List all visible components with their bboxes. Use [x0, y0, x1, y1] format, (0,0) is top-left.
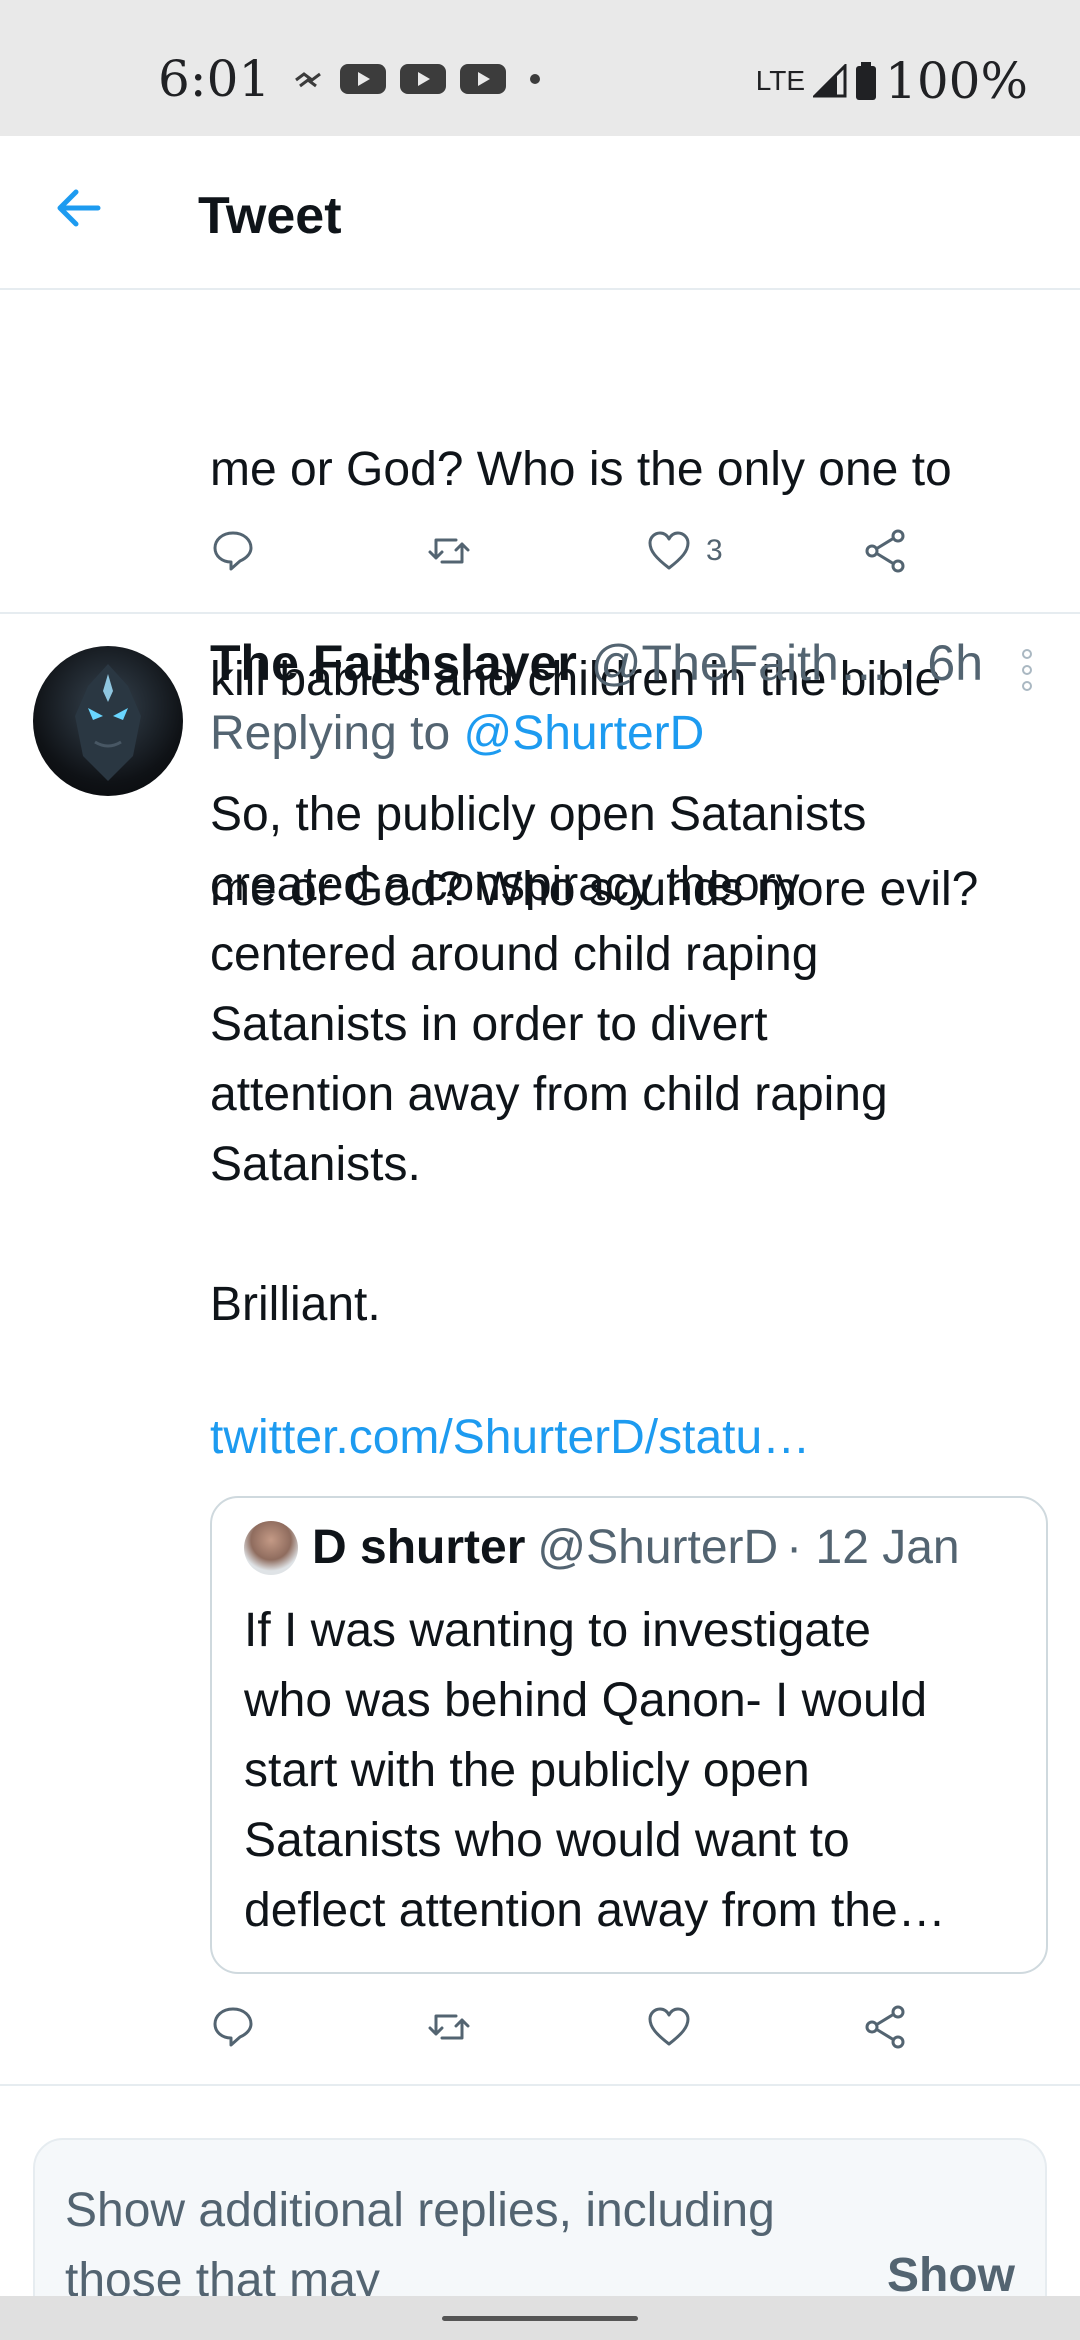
- quoted-tweet-line: who was behind Qanon- I would: [244, 1674, 928, 1727]
- more-notifications-dot-icon: [530, 74, 540, 84]
- tweet-actions: [210, 2004, 930, 2064]
- reply-button[interactable]: [210, 2004, 256, 2050]
- previous-tweet-line: me or God? Who is the only one to: [210, 443, 952, 496]
- tweet-link[interactable]: twitter.com/ShurterD/statu…: [210, 1410, 810, 1465]
- page-title: Tweet: [198, 187, 342, 245]
- notification-icons: [292, 64, 540, 94]
- youtube-icon: [340, 64, 386, 94]
- status-right: LTE 100%: [756, 52, 1028, 110]
- divider: [0, 2084, 1080, 2086]
- youtube-icon: [400, 64, 446, 94]
- quoted-author-handle: @ShurterD: [537, 1521, 779, 1574]
- author-name[interactable]: The Faithslayer: [210, 634, 577, 692]
- replying-to: Replying to @ShurterD: [210, 706, 704, 761]
- retweet-icon: [428, 2014, 470, 2040]
- status-time: 6:01: [158, 50, 271, 108]
- share-icon: [865, 529, 905, 573]
- quoted-tweet-header: D shurter @ShurterD · 12 Jan: [244, 1520, 960, 1575]
- retweet-button[interactable]: [426, 2004, 472, 2050]
- quoted-tweet-time: · 12 Jan: [786, 1521, 960, 1574]
- navigation-bar: [0, 2296, 1080, 2340]
- tweet-time: · 6h: [896, 635, 984, 691]
- youtube-icon: [460, 64, 506, 94]
- like-count: 3: [706, 534, 723, 567]
- quoted-tweet-line: If I was wanting to investigate: [244, 1604, 871, 1657]
- quoted-tweet-line: Satanists who would want to: [244, 1814, 850, 1867]
- tweet-body: So, the publicly open Satanists created …: [210, 788, 888, 1331]
- comment-bubble-icon: [213, 2007, 253, 2047]
- comment-bubble-icon: [213, 531, 253, 571]
- share-button[interactable]: [862, 2004, 908, 2050]
- retweet-button[interactable]: [426, 528, 472, 574]
- retweet-icon: [428, 538, 470, 564]
- like-button[interactable]: 3: [646, 528, 723, 574]
- quoted-author-name: D shurter: [312, 1521, 526, 1574]
- show-button[interactable]: Show: [887, 2248, 1015, 2303]
- tweet-header: The Faithslayer @TheFaith… · 6h: [210, 634, 1010, 704]
- quoted-tweet-card[interactable]: D shurter @ShurterD · 12 Jan If I was wa…: [210, 1496, 1048, 1974]
- heart-icon: [648, 531, 690, 570]
- reply-button[interactable]: [210, 528, 256, 574]
- show-additional-replies-text: Show additional replies, including those…: [65, 2184, 775, 2307]
- status-bar: 6:01 LTE 100%: [0, 0, 1080, 136]
- vertical-ellipsis-icon[interactable]: [1012, 648, 1042, 692]
- quoted-tweet-line: start with the publicly open: [244, 1744, 810, 1797]
- share-button[interactable]: [862, 528, 908, 574]
- replying-to-label: Replying to: [210, 707, 464, 760]
- network-type: LTE: [755, 65, 806, 96]
- app-header: Tweet: [0, 136, 1080, 290]
- sync-icon: [295, 72, 321, 88]
- like-button[interactable]: [646, 2004, 692, 2050]
- avatar-image: [75, 664, 141, 781]
- battery-icon: [856, 62, 877, 100]
- author-handle[interactable]: @TheFaith…: [591, 634, 889, 692]
- heart-icon: [648, 2007, 690, 2046]
- battery-percent: 100%: [885, 52, 1028, 110]
- quoted-tweet-body: If I was wanting to investigate who was …: [244, 1596, 1034, 1946]
- home-gesture-handle[interactable]: [442, 2316, 638, 2321]
- divider: [0, 612, 1080, 614]
- signal-icon: [813, 64, 847, 98]
- replying-to-handle[interactable]: @ShurterD: [463, 707, 704, 760]
- previous-tweet-actions: 3: [210, 528, 930, 588]
- quoted-avatar: [244, 1520, 298, 1575]
- share-icon: [865, 2005, 905, 2049]
- arrow-left-icon[interactable]: [50, 180, 106, 236]
- avatar[interactable]: [33, 646, 183, 796]
- quoted-tweet-line: deflect attention away from the…: [244, 1884, 946, 1937]
